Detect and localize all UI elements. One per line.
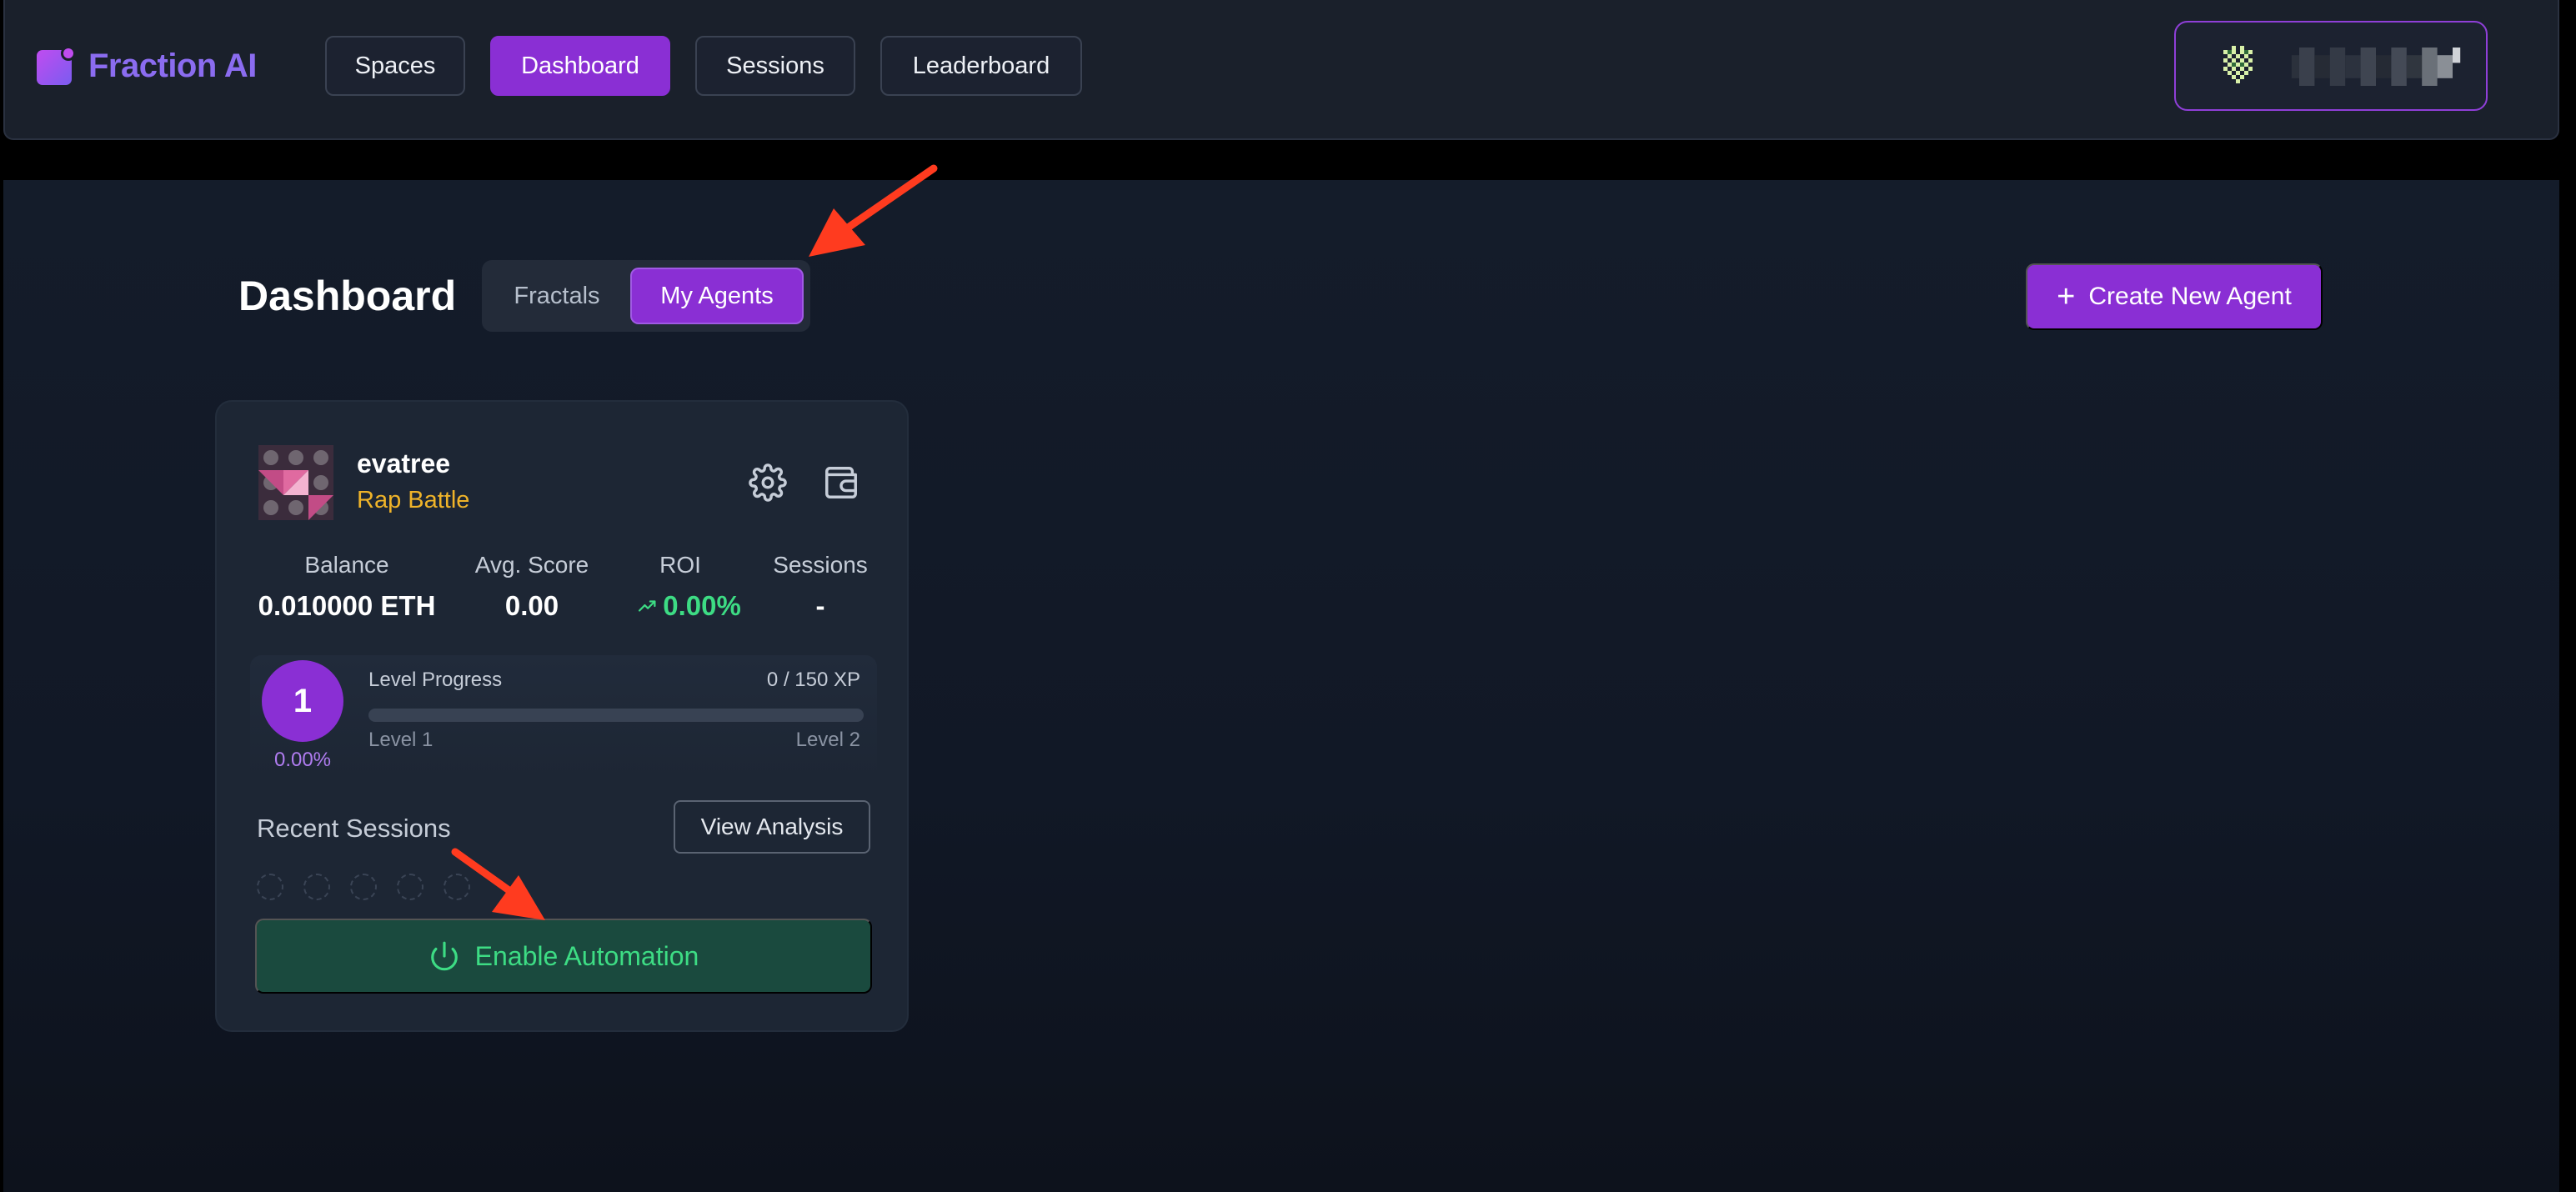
trending-up-icon — [638, 600, 656, 612]
stat-sessions-label: Sessions — [773, 552, 868, 578]
stat-avg-score-label: Avg. Score — [474, 552, 589, 578]
agent-space-tag: Rap Battle — [357, 487, 470, 513]
power-icon — [430, 941, 458, 971]
session-placeholder — [350, 874, 377, 900]
level-progress-label: Level Progress — [368, 669, 503, 691]
agent-avatar-icon — [258, 445, 333, 520]
roi-value-text: 0.00% — [663, 590, 741, 621]
annotation-arrow-icon — [451, 848, 545, 920]
level-progress-bar — [368, 709, 864, 722]
identicon-icon — [2223, 46, 2253, 83]
level-to-label: Level 2 — [795, 729, 860, 751]
stat-roi-label: ROI — [659, 552, 701, 578]
level-percent: 0.00% — [273, 749, 332, 771]
enable-automation-label: Enable Automation — [474, 940, 699, 971]
recent-sessions-title: Recent Sessions — [257, 814, 451, 843]
nav-spaces[interactable]: Spaces — [325, 36, 465, 96]
tab-fractals[interactable]: Fractals — [494, 268, 620, 324]
stat-balance-value: 0.010000 ETH — [258, 590, 436, 621]
top-navbar: Fraction AI Spaces Dashboard Sessions Le… — [3, 0, 2559, 140]
tab-my-agents[interactable]: My Agents — [630, 268, 804, 324]
fraction-logo-icon — [37, 46, 76, 85]
stat-avg-score-value: 0.00 — [504, 590, 559, 621]
page-title: Dashboard — [238, 273, 457, 319]
nav-leaderboard[interactable]: Leaderboard — [880, 36, 1082, 96]
session-placeholder — [303, 874, 330, 900]
wallet-connect-button[interactable] — [2174, 21, 2488, 111]
plus-icon: + — [2057, 279, 2076, 314]
level-from-label: Level 1 — [368, 729, 434, 751]
view-analysis-button[interactable]: View Analysis — [674, 800, 870, 854]
session-placeholder — [257, 874, 283, 900]
brand-logo[interactable]: Fraction AI — [35, 43, 257, 88]
agent-card: evatree Rap Battle Balance 0.010000 ETH … — [215, 400, 909, 1032]
create-new-agent-button[interactable]: + Create New Agent — [2026, 263, 2323, 330]
dashboard-tabs: Fractals My Agents — [482, 260, 810, 332]
wallet-icon[interactable] — [822, 463, 860, 502]
gear-icon[interactable] — [749, 463, 787, 502]
stat-roi-value: 0.00% — [636, 590, 741, 622]
agent-name: evatree — [357, 448, 451, 478]
level-xp: 0 / 150 XP — [766, 669, 860, 691]
brand-name: Fraction AI — [88, 47, 257, 84]
stat-balance-label: Balance — [304, 552, 389, 578]
enable-automation-button[interactable]: Enable Automation — [255, 919, 872, 994]
nav-sessions[interactable]: Sessions — [695, 36, 855, 96]
redacted-address — [2291, 48, 2461, 86]
nav-dashboard[interactable]: Dashboard — [490, 36, 670, 96]
session-placeholder — [397, 874, 423, 900]
create-new-agent-label: Create New Agent — [2088, 283, 2292, 310]
level-badge: 1 — [262, 660, 343, 742]
stat-sessions-value: - — [815, 590, 825, 621]
annotation-arrow-icon — [809, 164, 938, 257]
